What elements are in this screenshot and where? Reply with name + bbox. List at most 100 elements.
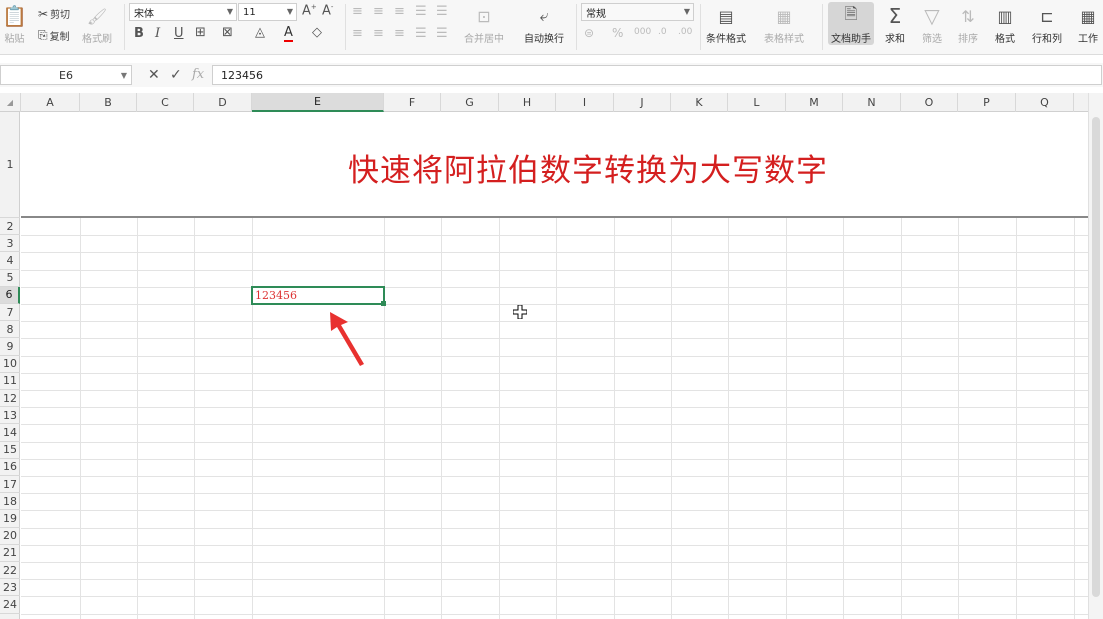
row-header-8[interactable]: 8	[0, 321, 20, 339]
row-header-21[interactable]: 21	[0, 545, 20, 562]
formula-bar: E6 ▼ ✕ ✓ fx 123456	[0, 63, 1103, 87]
sum-button[interactable]: Σ 求和	[885, 2, 905, 45]
row-header-13[interactable]: 13	[0, 407, 20, 425]
percent-icon[interactable]: %	[612, 26, 623, 40]
paste-button[interactable]: 📋 粘贴	[2, 2, 27, 45]
worksheet-button[interactable]: ▦ 工作	[1078, 2, 1098, 46]
row-header-18[interactable]: 18	[0, 493, 20, 511]
row-header-20[interactable]: 20	[0, 528, 20, 545]
merge-center-button[interactable]: ⊡ 合并居中	[464, 2, 504, 46]
row-header-11[interactable]: 11	[0, 373, 20, 390]
fill-pattern-icon[interactable]: ⊠	[222, 25, 233, 40]
column-header-f[interactable]: F	[384, 93, 441, 112]
column-header-o[interactable]: O	[901, 93, 958, 112]
align-top-icon[interactable]: ≡	[352, 4, 363, 19]
currency-icon[interactable]: ⊜	[584, 26, 594, 40]
row-header-9[interactable]: 9	[0, 338, 20, 356]
fill-handle[interactable]	[381, 301, 386, 306]
vertical-scrollbar[interactable]	[1088, 93, 1103, 619]
row-header-5[interactable]: 5	[0, 270, 20, 287]
worksheet-icon: ▦	[1080, 6, 1096, 26]
column-header-h[interactable]: H	[499, 93, 556, 112]
font-color-icon[interactable]: A	[284, 25, 293, 42]
row-header-6[interactable]: 6	[0, 286, 20, 304]
column-header-k[interactable]: K	[671, 93, 728, 112]
row-header-3[interactable]: 3	[0, 235, 20, 253]
align-center-icon[interactable]: ≡	[373, 26, 384, 41]
eraser-icon[interactable]: ◇	[312, 25, 322, 40]
conditional-format-button[interactable]: ▤ 条件格式	[706, 2, 746, 46]
doc-assistant-button[interactable]: 🗎 文档助手	[828, 2, 874, 45]
row-header-2[interactable]: 2	[0, 218, 20, 236]
gridline-horizontal	[21, 458, 1088, 460]
distributed-icon[interactable]: ☰	[436, 26, 448, 41]
active-cell-e6[interactable]: 123456	[251, 286, 386, 306]
rows-cols-button[interactable]: ⊏ 行和列	[1032, 2, 1062, 46]
row-header-23[interactable]: 23	[0, 579, 20, 597]
align-left-icon[interactable]: ≡	[352, 26, 363, 41]
row-header-7[interactable]: 7	[0, 304, 20, 322]
column-header-d[interactable]: D	[194, 93, 252, 112]
thousands-icon[interactable]: 000	[634, 27, 651, 37]
cancel-icon[interactable]: ✕	[148, 67, 160, 83]
column-header-l[interactable]: L	[728, 93, 786, 112]
fill-color-icon[interactable]: ◬	[255, 25, 265, 40]
column-header-p[interactable]: P	[958, 93, 1016, 112]
increase-font-icon[interactable]: A+	[302, 3, 317, 18]
decrease-font-icon[interactable]: A-	[322, 3, 333, 18]
row-header-16[interactable]: 16	[0, 459, 20, 476]
format-button[interactable]: ▥ 格式	[995, 2, 1015, 46]
column-header-i[interactable]: I	[556, 93, 614, 112]
column-header-n[interactable]: N	[843, 93, 901, 112]
align-bottom-icon[interactable]: ≡	[394, 4, 405, 19]
align-middle-icon[interactable]: ≡	[373, 4, 384, 19]
row-header-24[interactable]: 24	[0, 596, 20, 614]
row-header-15[interactable]: 15	[0, 442, 20, 459]
filter-icon: ▽	[924, 4, 940, 28]
decrease-decimal-icon[interactable]: .00	[678, 27, 692, 37]
sort-button[interactable]: ⇅ 排序	[958, 2, 978, 46]
column-header-c[interactable]: C	[137, 93, 194, 112]
row-header-10[interactable]: 10	[0, 356, 20, 373]
function-icon[interactable]: fx	[192, 67, 204, 82]
cut-button[interactable]: ✂ 剪切	[38, 6, 70, 22]
font-size-select[interactable]: 11 ▼	[238, 3, 297, 21]
row-header-17[interactable]: 17	[0, 476, 20, 494]
column-header-g[interactable]: G	[441, 93, 499, 112]
clipboard-icon: 📋	[2, 4, 27, 28]
table-style-button[interactable]: ▦ 表格样式	[764, 2, 804, 46]
border-icon[interactable]: ⊞	[195, 25, 206, 40]
column-header-a[interactable]: A	[21, 93, 80, 112]
row-header-4[interactable]: 4	[0, 252, 20, 270]
align-right-icon[interactable]: ≡	[394, 26, 405, 41]
column-header-m[interactable]: M	[786, 93, 843, 112]
column-header-e[interactable]: E	[252, 93, 384, 112]
wrap-text-button[interactable]: ⤶ 自动换行	[524, 2, 564, 45]
font-name-select[interactable]: 宋体 ▼	[129, 3, 237, 21]
name-box[interactable]: E6 ▼	[0, 65, 132, 85]
justify-icon[interactable]: ☰	[415, 26, 427, 41]
number-format-select[interactable]: 常规 ▼	[581, 3, 694, 21]
row-header-1[interactable]: 1	[0, 112, 20, 218]
formula-input[interactable]: 123456	[212, 65, 1102, 85]
separator	[700, 4, 701, 50]
row-header-19[interactable]: 19	[0, 510, 20, 528]
indent-decrease-icon[interactable]: ☰	[415, 4, 427, 19]
row-header-12[interactable]: 12	[0, 390, 20, 408]
italic-icon[interactable]: I	[155, 26, 160, 41]
underline-icon[interactable]: U	[174, 26, 184, 41]
select-all-corner[interactable]: ◢	[0, 93, 21, 112]
column-header-j[interactable]: J	[614, 93, 671, 112]
confirm-icon[interactable]: ✓	[170, 67, 182, 83]
copy-button[interactable]: ⎘ 复制	[38, 28, 70, 43]
row-header-14[interactable]: 14	[0, 424, 20, 442]
increase-decimal-icon[interactable]: .0	[658, 27, 667, 37]
format-painter-button[interactable]: 🖌 格式刷	[82, 2, 112, 46]
column-header-b[interactable]: B	[80, 93, 137, 112]
bold-icon[interactable]: B	[134, 26, 144, 41]
scrollbar-thumb[interactable]	[1092, 117, 1100, 597]
column-header-q[interactable]: Q	[1016, 93, 1074, 112]
filter-button[interactable]: ▽ 筛选	[922, 2, 942, 45]
indent-increase-icon[interactable]: ☰	[436, 4, 448, 19]
row-header-22[interactable]: 22	[0, 562, 20, 580]
